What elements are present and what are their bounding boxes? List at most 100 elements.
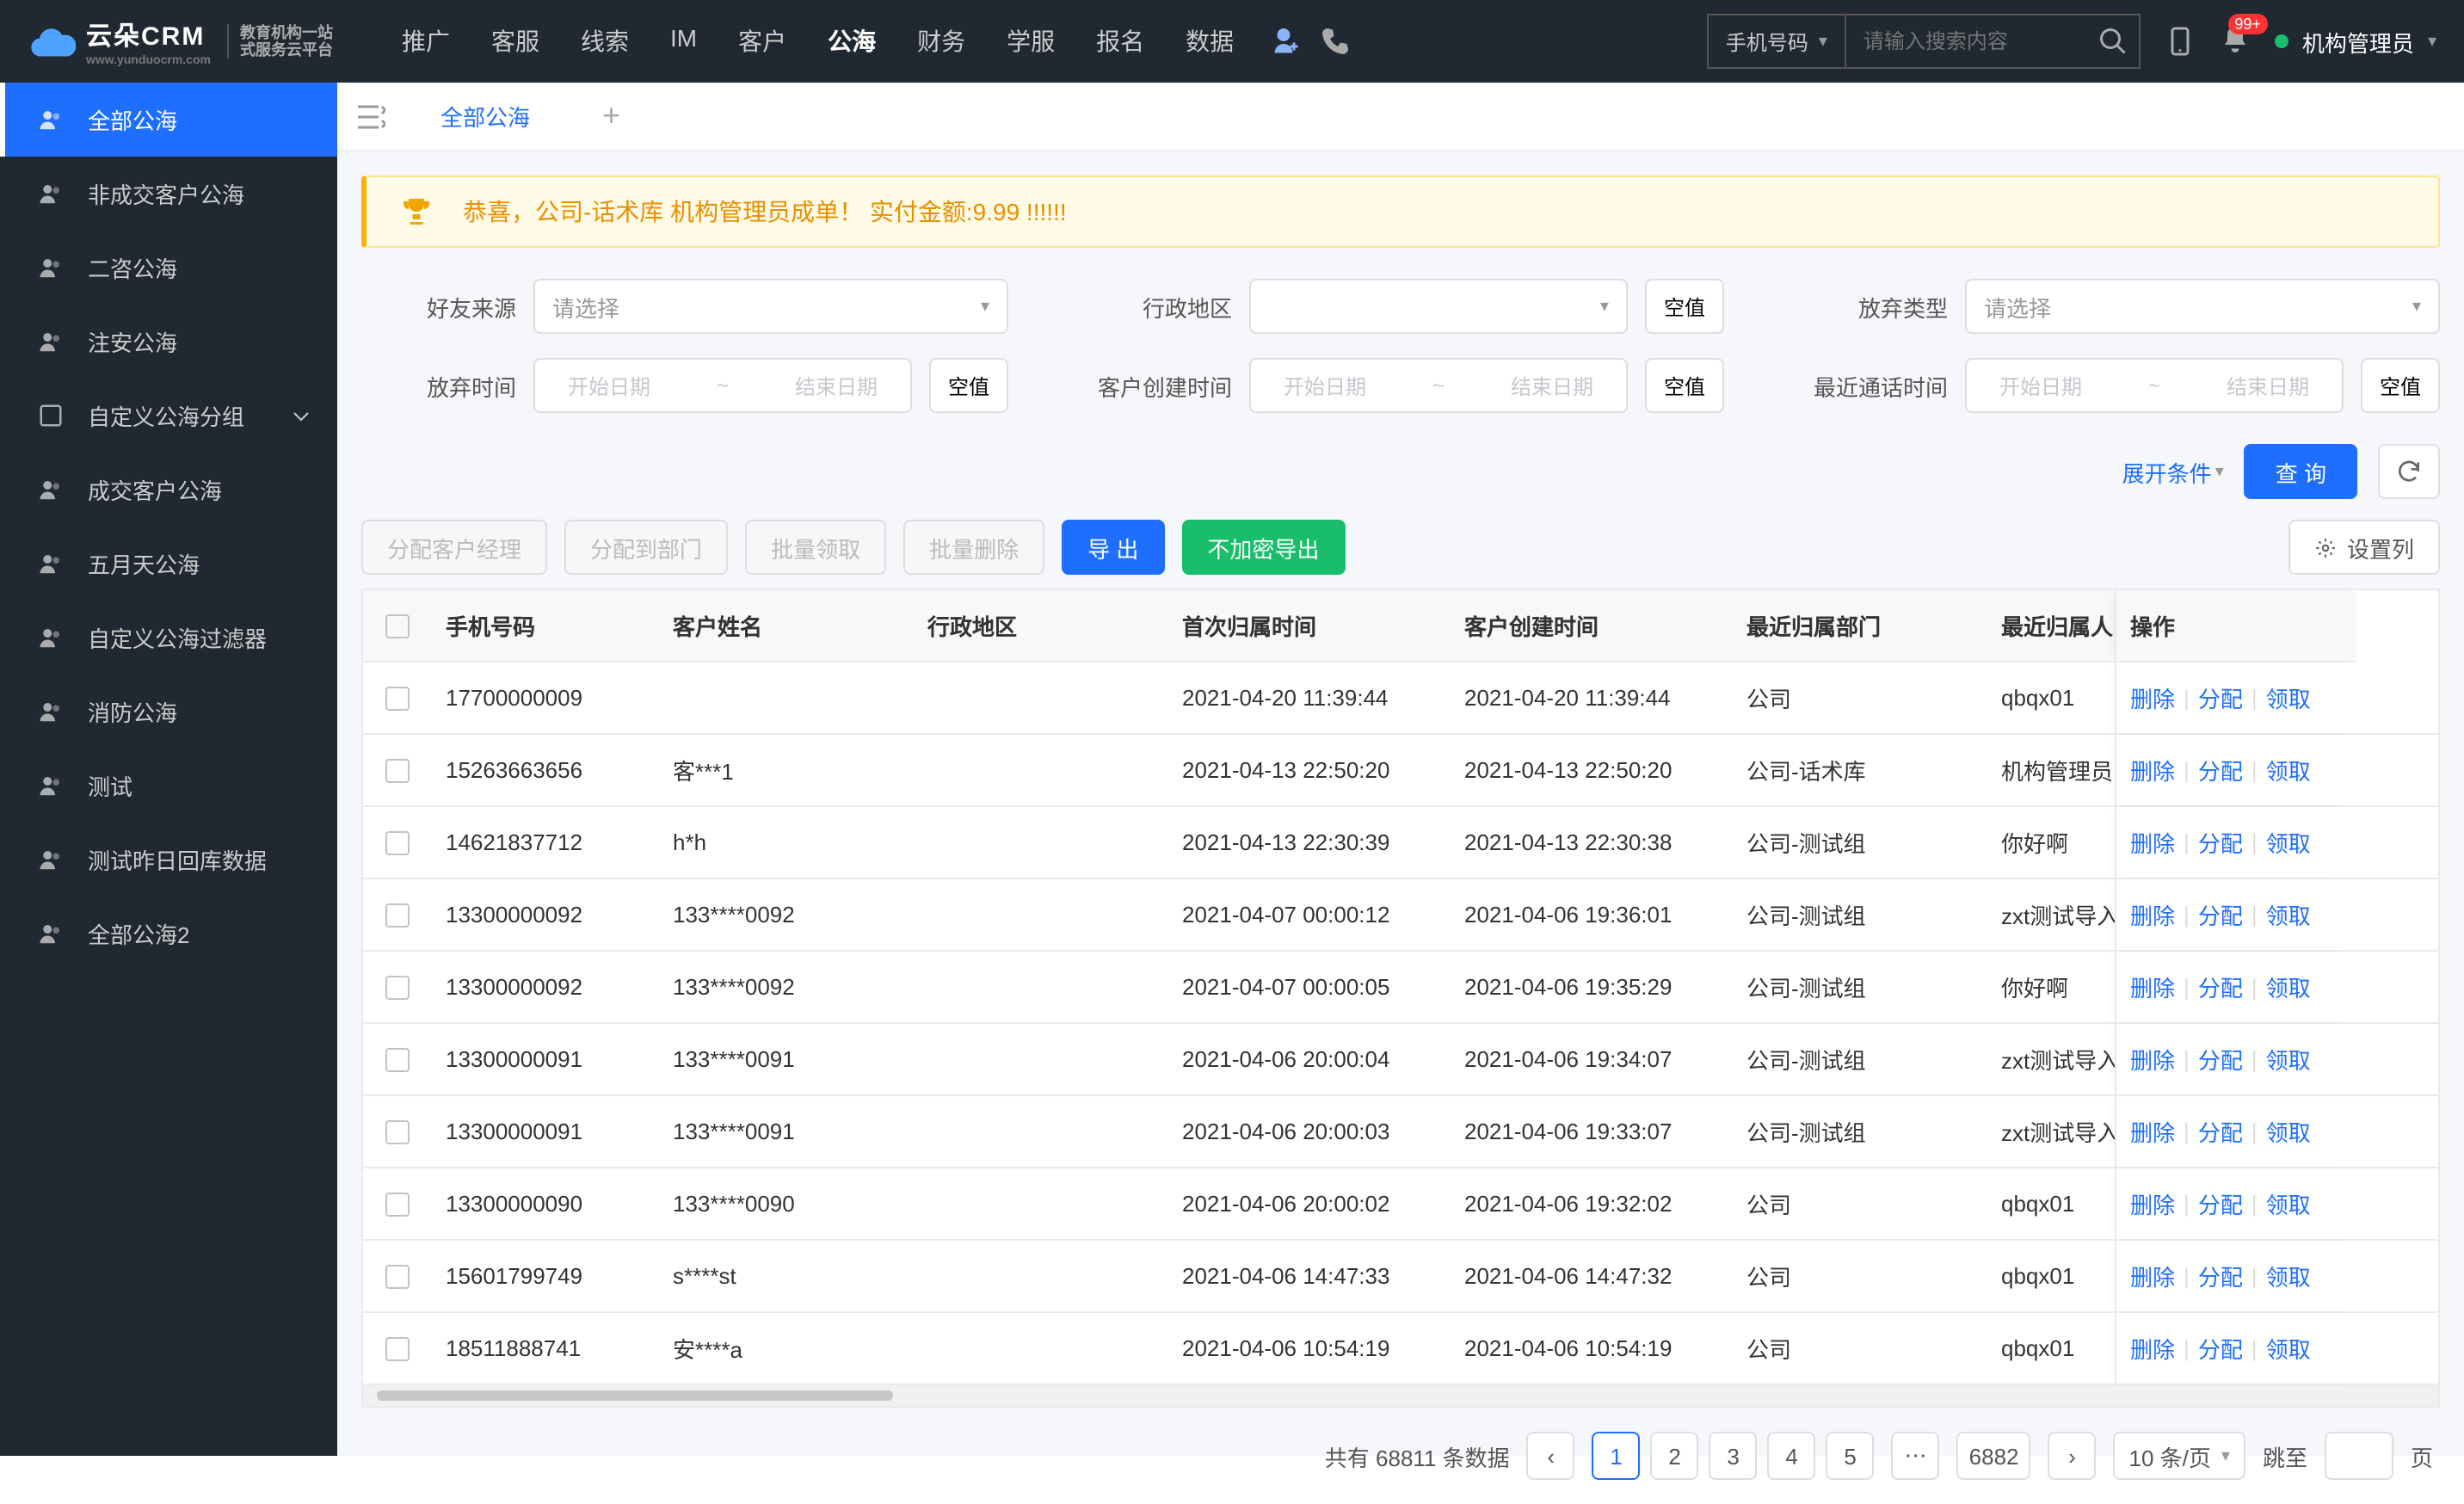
sidebar-item[interactable]: 成交客户公海 — [0, 453, 337, 527]
add-user-icon[interactable] — [1268, 26, 1299, 57]
nav-item[interactable]: 报名 — [1096, 24, 1144, 59]
nav-item[interactable]: 财务 — [917, 24, 965, 59]
call-time-null-button[interactable]: 空值 — [2361, 358, 2440, 413]
row-delete-link[interactable]: 删除 — [2130, 1260, 2175, 1292]
row-checkbox[interactable] — [385, 1047, 410, 1071]
tab-all-public[interactable]: 全部公海 — [406, 82, 564, 151]
assign-manager-button[interactable]: 分配客户经理 — [361, 520, 547, 575]
row-assign-link[interactable]: 分配 — [2198, 1187, 2243, 1220]
row-delete-link[interactable]: 删除 — [2130, 971, 2175, 1003]
source-select[interactable]: 请选择▾ — [533, 279, 1008, 334]
sidebar-item[interactable]: 测试 — [0, 749, 337, 823]
call-time-range[interactable]: 开始日期~结束日期 — [1965, 358, 2344, 413]
sidebar-item[interactable]: 全部公海 — [0, 83, 337, 157]
nav-item[interactable]: 客服 — [491, 24, 539, 59]
row-assign-link[interactable]: 分配 — [2198, 1115, 2243, 1148]
set-columns-button[interactable]: 设置列 — [2288, 520, 2440, 575]
search-icon[interactable] — [2097, 26, 2128, 57]
nav-item[interactable]: IM — [670, 24, 697, 59]
nav-item[interactable]: 线索 — [581, 24, 629, 59]
row-assign-link[interactable]: 分配 — [2198, 754, 2243, 786]
region-null-button[interactable]: 空值 — [1645, 279, 1724, 334]
search-type-select[interactable]: 手机号码▾ — [1709, 15, 1846, 67]
sidebar-item[interactable]: 测试昨日回库数据 — [0, 823, 337, 897]
row-checkbox[interactable] — [385, 830, 410, 854]
assign-dept-button[interactable]: 分配到部门 — [564, 520, 728, 575]
row-assign-link[interactable]: 分配 — [2198, 898, 2243, 931]
expand-filters-link[interactable]: 展开条件▾ — [2122, 455, 2224, 488]
page-last-button[interactable]: 6882 — [1957, 1432, 2031, 1480]
page-number-button[interactable]: 2 — [1651, 1432, 1699, 1480]
page-number-button[interactable]: 1 — [1592, 1432, 1641, 1480]
row-assign-link[interactable]: 分配 — [2198, 1260, 2243, 1292]
batch-claim-button[interactable]: 批量领取 — [745, 520, 886, 575]
row-claim-link[interactable]: 领取 — [2266, 1043, 2311, 1076]
page-number-button[interactable]: 4 — [1768, 1432, 1816, 1480]
row-claim-link[interactable]: 领取 — [2266, 898, 2311, 931]
row-claim-link[interactable]: 领取 — [2266, 1187, 2311, 1220]
row-delete-link[interactable]: 删除 — [2130, 1115, 2175, 1148]
row-checkbox[interactable] — [385, 686, 410, 710]
row-assign-link[interactable]: 分配 — [2198, 681, 2243, 714]
create-time-null-button[interactable]: 空值 — [1645, 358, 1724, 413]
row-checkbox[interactable] — [385, 975, 410, 999]
batch-delete-button[interactable]: 批量删除 — [903, 520, 1044, 575]
row-claim-link[interactable]: 领取 — [2266, 1332, 2311, 1365]
device-icon[interactable] — [2165, 26, 2196, 57]
row-delete-link[interactable]: 删除 — [2130, 826, 2175, 859]
row-delete-link[interactable]: 删除 — [2130, 754, 2175, 786]
row-delete-link[interactable]: 删除 — [2130, 1187, 2175, 1220]
phone-call-icon[interactable] — [1320, 26, 1351, 57]
row-claim-link[interactable]: 领取 — [2266, 681, 2311, 714]
page-size-select[interactable]: 10 条/页▾ — [2114, 1432, 2245, 1480]
export-plain-button[interactable]: 不加密导出 — [1181, 520, 1345, 575]
sidebar-item[interactable]: 自定义公海过滤器 — [0, 601, 337, 675]
row-checkbox[interactable] — [385, 1336, 410, 1360]
row-claim-link[interactable]: 领取 — [2266, 1260, 2311, 1292]
sidebar-item[interactable]: 注安公海 — [0, 305, 337, 379]
sidebar-item[interactable]: 自定义公海分组 — [0, 379, 337, 453]
row-delete-link[interactable]: 删除 — [2130, 898, 2175, 931]
page-next-button[interactable]: › — [2048, 1432, 2097, 1480]
row-checkbox[interactable] — [385, 758, 410, 782]
row-delete-link[interactable]: 删除 — [2130, 1332, 2175, 1365]
row-assign-link[interactable]: 分配 — [2198, 826, 2243, 859]
nav-item[interactable]: 学服 — [1007, 24, 1055, 59]
row-checkbox[interactable] — [385, 1192, 410, 1216]
row-claim-link[interactable]: 领取 — [2266, 1115, 2311, 1148]
notification-bell[interactable]: 99+ — [2220, 23, 2251, 59]
create-time-range[interactable]: 开始日期~结束日期 — [1249, 358, 1628, 413]
sidebar-item[interactable]: 二咨公海 — [0, 231, 337, 305]
row-claim-link[interactable]: 领取 — [2266, 971, 2311, 1003]
user-dropdown[interactable]: 机构管理员 ▾ — [2275, 25, 2436, 58]
select-all-checkbox[interactable] — [385, 613, 410, 638]
page-jump-input[interactable] — [2325, 1432, 2393, 1480]
row-claim-link[interactable]: 领取 — [2266, 826, 2311, 859]
row-checkbox[interactable] — [385, 903, 410, 927]
row-assign-link[interactable]: 分配 — [2198, 1332, 2243, 1365]
row-delete-link[interactable]: 删除 — [2130, 1043, 2175, 1076]
tab-add-button[interactable]: + — [578, 98, 644, 134]
sidebar-item[interactable]: 非成交客户公海 — [0, 157, 337, 231]
abandon-type-select[interactable]: 请选择▾ — [1965, 279, 2440, 334]
sidebar-item[interactable]: 全部公海2 — [0, 897, 337, 971]
page-number-button[interactable]: 5 — [1826, 1432, 1875, 1480]
row-assign-link[interactable]: 分配 — [2198, 1043, 2243, 1076]
page-prev-button[interactable]: ‹ — [1527, 1432, 1575, 1480]
row-delete-link[interactable]: 删除 — [2130, 681, 2175, 714]
page-ellipsis[interactable]: ⋯ — [1892, 1432, 1940, 1480]
sidebar-item[interactable]: 五月天公海 — [0, 527, 337, 601]
nav-item[interactable]: 客户 — [738, 24, 786, 59]
page-number-button[interactable]: 3 — [1709, 1432, 1758, 1480]
sidebar-item[interactable]: 消防公海 — [0, 675, 337, 749]
row-claim-link[interactable]: 领取 — [2266, 754, 2311, 786]
export-button[interactable]: 导 出 — [1062, 520, 1164, 575]
nav-item[interactable]: 推广 — [402, 24, 450, 59]
row-assign-link[interactable]: 分配 — [2198, 971, 2243, 1003]
horizontal-scrollbar[interactable] — [363, 1385, 2438, 1406]
query-button[interactable]: 查 询 — [2245, 444, 2357, 499]
row-checkbox[interactable] — [385, 1264, 410, 1288]
refresh-button[interactable] — [2378, 444, 2440, 499]
row-checkbox[interactable] — [385, 1119, 410, 1143]
tabs-menu-icon[interactable] — [351, 96, 392, 137]
